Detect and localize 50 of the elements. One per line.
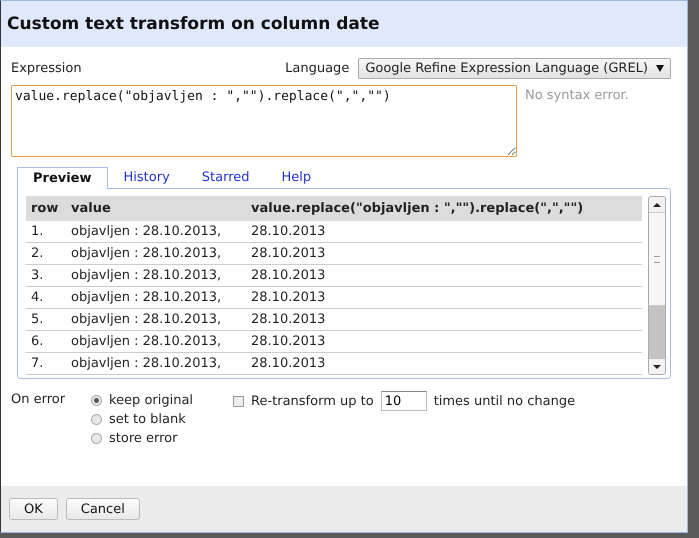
table-cell: objavljen : 28.10.2013,	[66, 286, 246, 308]
column-header: value.replace("objavljen : ","").replace(",","")	[246, 196, 642, 221]
tab[interactable]: Help	[266, 166, 328, 188]
table-cell: 4.	[26, 286, 66, 308]
column-header: row	[26, 196, 66, 221]
table-cell: 28.10.2013	[246, 286, 642, 308]
expression-label: Expression	[11, 60, 82, 76]
scrollbar[interactable]	[648, 196, 666, 375]
tab[interactable]: Preview	[17, 167, 108, 189]
table-cell: objavljen : 28.10.2013,	[66, 264, 246, 286]
caret-icon	[656, 64, 664, 72]
retransform-suffix: times until no change	[434, 394, 576, 408]
table-cell: 6.	[26, 330, 66, 352]
on-error-label: On error	[11, 391, 66, 407]
table-cell: 5.	[26, 308, 66, 330]
table-cell: objavljen : 28.10.2013,	[66, 352, 246, 374]
tab[interactable]: History	[108, 166, 186, 188]
syntax-status: No syntax error.	[525, 87, 629, 105]
radio-label: keep original	[109, 392, 194, 408]
table-cell: objavljen : 28.10.2013,	[66, 242, 246, 264]
table-cell: 28.10.2013	[246, 308, 642, 330]
table-cell: 28.10.2013	[246, 221, 642, 242]
dialog-button[interactable]: Cancel	[66, 498, 140, 520]
table-cell: 7.	[26, 352, 66, 374]
radio-button[interactable]	[91, 394, 102, 406]
table-cell: objavljen : 28.10.2013,	[66, 221, 246, 242]
table-cell: objavljen : 28.10.2013,	[66, 308, 246, 330]
column-header: value	[66, 196, 246, 221]
checkbox[interactable]	[233, 396, 244, 406]
expression-input[interactable]: value.replace("objavljen : ","").replace(",","")	[11, 85, 517, 157]
retransform-label: Re-transform up to	[251, 394, 374, 408]
scrollbar-thumb[interactable]	[649, 212, 665, 306]
dialog-title: Custom text transform on column date	[7, 14, 380, 34]
table-cell: 28.10.2013	[246, 352, 642, 374]
table-cell: 1.	[26, 221, 66, 242]
radio-label: store error	[109, 430, 178, 446]
table-cell: 28.10.2013	[246, 264, 642, 286]
radio-button[interactable]	[91, 432, 102, 444]
table-cell: 28.10.2013	[246, 242, 642, 264]
table-cell: 28.10.2013	[246, 330, 642, 352]
table-cell: 3.	[26, 264, 66, 286]
table-cell: objavljen : 28.10.2013,	[66, 330, 246, 352]
tab[interactable]: Starred	[186, 166, 266, 188]
repeat-count-input[interactable]: 10	[380, 391, 427, 411]
dialog-button[interactable]: OK	[9, 498, 58, 520]
table-cell: 2.	[26, 242, 66, 264]
language-label: Language	[285, 60, 350, 76]
radio-label: set to blank	[109, 412, 186, 426]
language-dropdown[interactable]: Google Refine Expression Language (GREL)	[358, 58, 671, 78]
radio-button[interactable]	[91, 414, 102, 424]
